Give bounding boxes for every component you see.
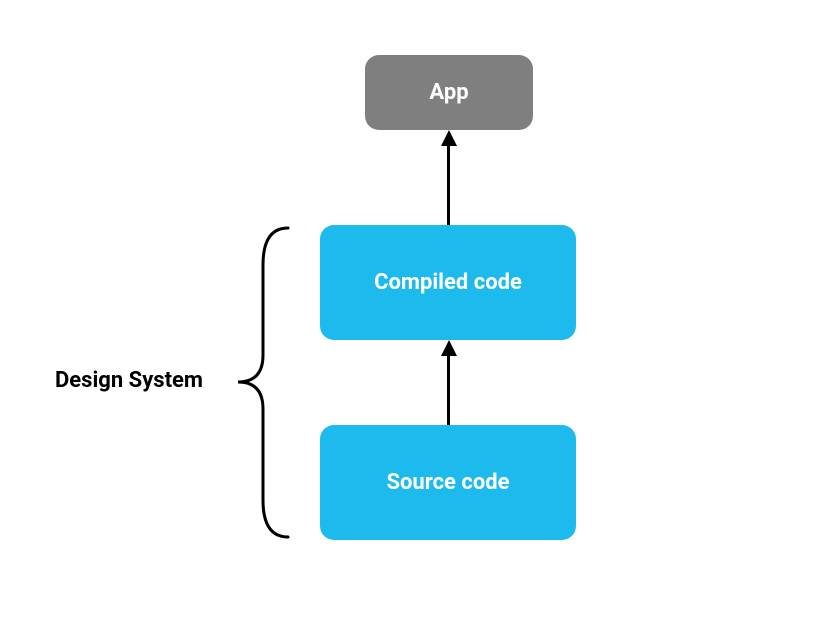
design-system-diagram: App Compiled code Source code Design Sys… — [0, 0, 828, 627]
arrow-line — [447, 142, 450, 225]
arrow-line — [447, 352, 450, 425]
node-app: App — [365, 55, 533, 130]
brace-icon — [228, 225, 298, 540]
node-compiled: Compiled code — [320, 225, 576, 340]
node-compiled-label: Compiled code — [374, 270, 522, 295]
node-app-label: App — [429, 80, 468, 105]
group-label: Design System — [55, 368, 203, 393]
node-source: Source code — [320, 425, 576, 540]
node-source-label: Source code — [386, 470, 509, 495]
